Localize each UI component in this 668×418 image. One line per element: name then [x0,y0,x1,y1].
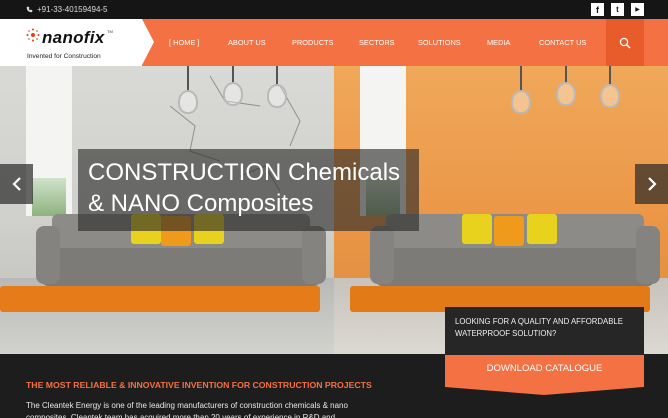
logo[interactable]: nanofix TM Invented for Construction [0,19,142,66]
twitter-icon[interactable]: t [611,3,624,16]
phone-contact[interactable]: +91-33-40159494-5 [26,5,108,14]
brand-name: nanofix [42,28,105,47]
nav-about-us[interactable]: ABOUT US [228,38,266,47]
trademark: TM [107,29,113,34]
social-links: f t ▶ [591,3,644,16]
nav-sectors[interactable]: SECTORS [359,38,395,47]
download-catalogue-button[interactable]: DOWNLOAD CATALOGUE [445,355,644,395]
facebook-icon[interactable]: f [591,3,604,16]
intro-headline: THE MOST RELIABLE & INNOVATIVE INVENTION… [26,380,372,390]
chevron-right-icon [647,177,657,191]
hero-title-line-2: & NANO Composites [88,190,314,217]
nav-products[interactable]: PRODUCTS [292,38,333,47]
cta-question: LOOKING FOR A QUALITY AND AFFORDABLE WAT… [445,307,644,355]
pendant-lamp [267,66,287,108]
phone-icon [26,6,33,13]
slider-prev-button[interactable] [0,164,33,204]
logo-arrow [142,19,154,65]
logo-star-icon [26,28,40,42]
pendant-lamp [600,66,620,108]
main-header: nanofix TM Invented for Construction [ H… [0,19,668,66]
page: +91-33-40159494-5 f t ▶ nanofix TM Inven… [0,0,668,418]
pendant-lamp [556,66,576,106]
download-catalogue-label: DOWNLOAD CATALOGUE [486,363,603,374]
pendant-lamp [511,66,531,114]
nav-media[interactable]: MEDIA [487,38,510,47]
nav-contact-us[interactable]: CONTACT US [539,38,586,47]
brand-tagline: Invented for Construction [27,53,101,60]
nav-solutions[interactable]: SOLUTIONS [418,38,461,47]
pendant-lamp [223,66,243,106]
hero-caption: CONSTRUCTION Chemicals & NANO Composites [78,149,419,231]
chevron-left-icon [11,177,21,191]
hero-title-line-1: CONSTRUCTION Chemicals [88,159,401,186]
intro-text: The Cleantek Energy is one of the leadin… [26,401,348,418]
search-button[interactable] [606,19,644,66]
nav-home[interactable]: [ HOME ] [169,38,199,47]
catalogue-cta: LOOKING FOR A QUALITY AND AFFORDABLE WAT… [445,307,644,395]
top-bar: +91-33-40159494-5 f t ▶ [0,0,668,19]
phone-number: +91-33-40159494-5 [37,5,108,14]
pendant-lamp [178,66,198,114]
slider-next-button[interactable] [635,164,668,204]
search-icon [619,37,631,48]
youtube-icon[interactable]: ▶ [631,3,644,16]
